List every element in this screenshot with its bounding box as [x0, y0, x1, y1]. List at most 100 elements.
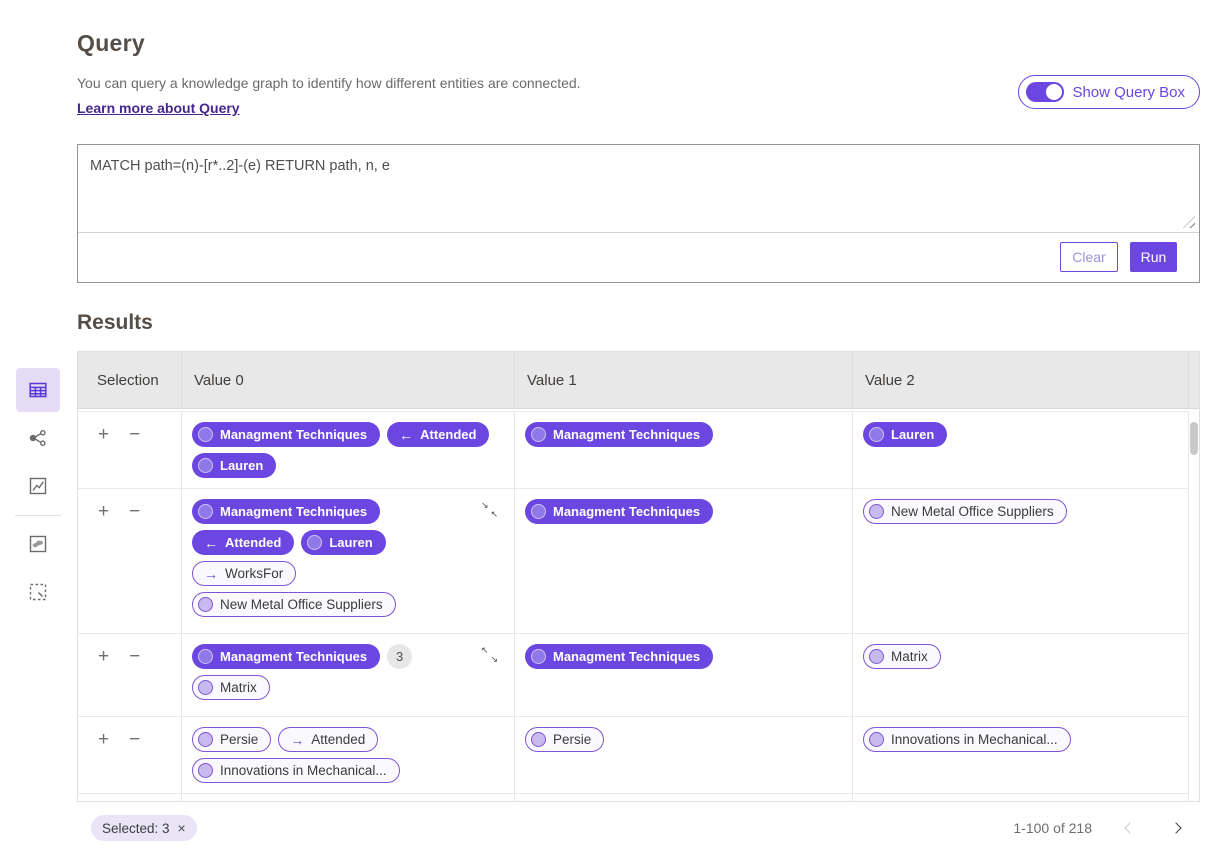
pill-label: WorksFor: [225, 566, 283, 581]
node-pill[interactable]: Innovations in Mechanical...: [192, 758, 400, 783]
value-cell: Lauren: [853, 412, 1189, 488]
sidebar-item-map-view[interactable]: [16, 522, 60, 566]
node-dot-icon: [869, 732, 884, 747]
value-cell: [853, 794, 1189, 801]
node-pill[interactable]: Managment Techniques: [192, 499, 380, 524]
chevron-right-icon: [1170, 822, 1181, 833]
node-pill[interactable]: New Metal Office Suppliers: [192, 592, 396, 617]
node-pill[interactable]: Managment Techniques: [192, 422, 380, 447]
query-input[interactable]: MATCH path=(n)-[r*..2]-(e) RETURN path, …: [78, 145, 1199, 233]
node-pill[interactable]: Matrix: [192, 675, 270, 700]
sidebar-item-chart-view[interactable]: [16, 464, 60, 508]
next-page-button[interactable]: [1168, 820, 1184, 836]
selection-cell: +−: [78, 412, 182, 488]
node-pill[interactable]: Lauren: [863, 422, 947, 447]
node-pill[interactable]: Matrix: [863, 644, 941, 669]
value-cell: Matrix: [853, 634, 1189, 716]
pill-label: Managment Techniques: [220, 504, 367, 519]
expand-cell-icon[interactable]: ↖↘: [481, 646, 498, 664]
column-header: Value 1: [515, 352, 853, 408]
edge-pill[interactable]: →WorksFor: [192, 561, 296, 586]
node-dot-icon: [869, 649, 884, 664]
node-pill[interactable]: Lauren: [301, 530, 385, 555]
value-cell: Managment Techniques ←Attended Lauren: [182, 412, 515, 488]
view-sidebar: [15, 368, 61, 618]
node-pill[interactable]: Innovations in Mechanical...: [863, 727, 1071, 752]
node-dot-icon: [198, 763, 213, 778]
results-table-header: SelectionValue 0Value 1Value 2: [78, 352, 1199, 409]
edge-pill[interactable]: →Attended: [278, 727, 378, 752]
scrollbar-thumb[interactable]: [1190, 422, 1198, 455]
edge-pill[interactable]: ←Attended: [387, 422, 489, 447]
node-dot-icon: [198, 504, 213, 519]
node-pill[interactable]: Managment Techniques: [525, 644, 713, 669]
previous-page-button[interactable]: [1122, 820, 1138, 836]
column-header: Value 2: [853, 352, 1189, 408]
pill-label: Lauren: [220, 458, 263, 473]
selection-cell: +−: [78, 794, 182, 801]
node-pill[interactable]: New Metal Office Suppliers: [863, 499, 1067, 524]
node-dot-icon: [198, 649, 213, 664]
node-pill[interactable]: Managment Techniques: [525, 422, 713, 447]
node-dot-icon: [198, 427, 213, 442]
node-dot-icon: [307, 535, 322, 550]
selection-icon: [27, 581, 49, 603]
sidebar-item-selection-view[interactable]: [16, 570, 60, 614]
node-dot-icon: [869, 504, 884, 519]
remove-from-graph-button[interactable]: −: [129, 647, 140, 666]
toggle-switch-icon[interactable]: [1026, 82, 1064, 102]
map-icon: [27, 533, 49, 555]
add-to-graph-button[interactable]: +: [98, 647, 109, 666]
main-content: Query You can query a knowledge graph to…: [77, 0, 1200, 841]
edge-pill[interactable]: ←Attended: [192, 530, 294, 555]
collapse-cell-icon[interactable]: ↘↖: [481, 501, 498, 519]
remove-from-graph-button[interactable]: −: [129, 425, 140, 444]
pill-label: Persie: [220, 732, 258, 747]
node-dot-icon: [531, 427, 546, 442]
close-icon[interactable]: ×: [178, 821, 186, 835]
pill-label: Innovations in Mechanical...: [220, 763, 387, 778]
results-table-body: +−Managment Techniques←AttendedLaurenMan…: [78, 409, 1199, 801]
pill-label: Matrix: [220, 680, 257, 695]
sidebar-item-graph-view[interactable]: [16, 416, 60, 460]
node-dot-icon: [531, 504, 546, 519]
table-row: + − Persie →Attended Innovations in Mechanic…: [78, 717, 1189, 794]
graph-icon: [27, 427, 49, 449]
selected-chip: Selected: 3 ×: [91, 815, 197, 841]
node-pill[interactable]: Persie: [525, 727, 604, 752]
node-pill[interactable]: Managment Techniques: [525, 499, 713, 524]
hidden-count-badge: 3: [387, 644, 412, 669]
value-cell: Managment Techniques ←Attended Lauren→Work…: [182, 489, 515, 633]
node-pill[interactable]: Lauren: [192, 453, 276, 478]
value-cell: Persie: [515, 717, 853, 793]
remove-from-graph-button[interactable]: −: [129, 730, 140, 749]
pill-label: Managment Techniques: [553, 649, 700, 664]
add-to-graph-button[interactable]: +: [98, 502, 109, 521]
pill-label: New Metal Office Suppliers: [220, 597, 383, 612]
pill-label: Attended: [311, 732, 365, 747]
value-cell: Managment Techniques: [515, 489, 853, 633]
table-icon: [27, 379, 49, 401]
query-panel: MATCH path=(n)-[r*..2]-(e) RETURN path, …: [77, 144, 1200, 283]
selection-cell: +−: [78, 489, 182, 633]
value-cell: Persie →Attended Innovations in Mechanical…: [182, 717, 515, 793]
remove-from-graph-button[interactable]: −: [129, 502, 140, 521]
sidebar-item-table-view[interactable]: [16, 368, 60, 412]
add-to-graph-button[interactable]: +: [98, 730, 109, 749]
add-to-graph-button[interactable]: +: [98, 425, 109, 444]
node-dot-icon: [531, 649, 546, 664]
node-dot-icon: [198, 597, 213, 612]
value-cell: Managment Techniques 3 Matrix ↖↘: [182, 634, 515, 716]
pill-label: Persie: [553, 732, 591, 747]
table-scrollbar: [1189, 409, 1199, 801]
toggle-label: Show Query Box: [1072, 84, 1185, 101]
page-title: Query: [77, 30, 1200, 57]
clear-button[interactable]: Clear: [1060, 242, 1118, 272]
learn-more-link[interactable]: Learn more about Query: [77, 100, 240, 116]
column-header: Selection: [78, 352, 182, 408]
node-pill[interactable]: Managment Techniques: [192, 644, 380, 669]
show-query-box-toggle[interactable]: Show Query Box: [1018, 75, 1200, 109]
value-cell: Managment Techniques: [515, 412, 853, 488]
node-pill[interactable]: Persie: [192, 727, 271, 752]
run-button[interactable]: Run: [1130, 242, 1177, 272]
